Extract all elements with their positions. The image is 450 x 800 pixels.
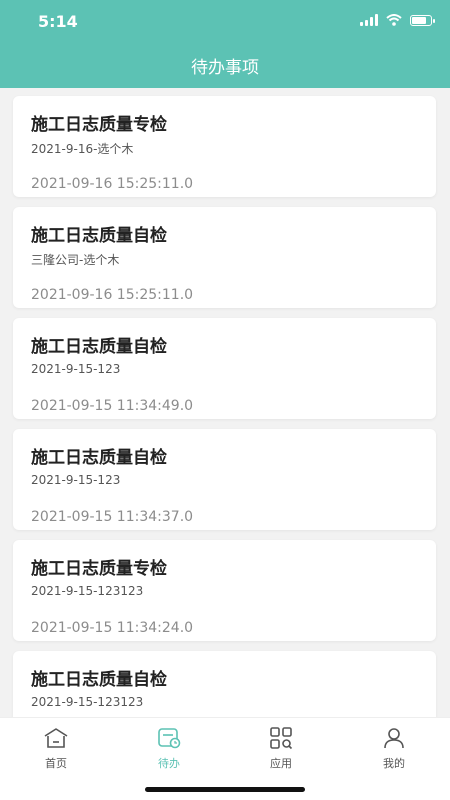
tab-todo[interactable]: 待办 [139,726,199,771]
home-icon [44,728,68,748]
item-time: 2021-09-16 15:25:11.0 [31,176,194,192]
item-time: 2021-09-15 11:34:37.0 [31,509,194,525]
list-item[interactable]: 施工日志质量自检 2021-9-15-123123 [13,651,436,718]
item-time: 2021-09-15 11:34:24.0 [31,620,194,636]
item-time: 2021-09-16 15:25:11.0 [31,287,194,303]
item-subtitle: 2021-9-16-选个木 [31,142,134,156]
item-subtitle: 2021-9-15-123 [31,362,121,376]
item-title: 施工日志质量自检 [31,337,167,357]
tab-label: 应用 [270,757,292,770]
todo-list[interactable]: 施工日志质量专检 2021-9-16-选个木 2021-09-16 15:25:… [0,88,450,718]
profile-icon [384,728,404,749]
battery-icon [410,14,435,26]
home-indicator [145,787,305,792]
list-item[interactable]: 施工日志质量自检 2021-9-15-123 2021-09-15 11:34:… [13,429,436,530]
list-item[interactable]: 施工日志质量专检 2021-9-16-选个木 2021-09-16 15:25:… [13,96,436,197]
tab-label: 待办 [158,757,180,770]
list-item[interactable]: 施工日志质量自检 三隆公司-选个木 2021-09-16 15:25:11.0 [13,207,436,308]
wifi-icon [386,14,402,26]
item-subtitle: 三隆公司-选个木 [31,253,120,267]
todo-icon [158,728,181,749]
tab-profile[interactable]: 我的 [364,726,424,771]
item-title: 施工日志质量自检 [31,448,167,468]
item-title: 施工日志质量专检 [31,115,167,135]
tab-apps[interactable]: 应用 [251,726,311,771]
apps-icon [270,727,293,750]
signal-icon [360,14,378,26]
item-title: 施工日志质量自检 [31,670,167,690]
status-time: 5:14 [38,12,78,31]
item-subtitle: 2021-9-15-123123 [31,584,144,598]
item-title: 施工日志质量自检 [31,226,167,246]
list-item[interactable]: 施工日志质量自检 2021-9-15-123 2021-09-15 11:34:… [13,318,436,419]
tab-label: 我的 [383,757,405,770]
list-item[interactable]: 施工日志质量专检 2021-9-15-123123 2021-09-15 11:… [13,540,436,641]
tab-home[interactable]: 首页 [26,726,86,771]
page-title: 待办事项 [191,58,259,78]
app-header: 5:14 待办事项 [0,0,450,88]
tab-label: 首页 [45,757,67,770]
item-title: 施工日志质量专检 [31,559,167,579]
item-subtitle: 2021-9-15-123 [31,473,121,487]
item-subtitle: 2021-9-15-123123 [31,695,144,709]
item-time: 2021-09-15 11:34:49.0 [31,398,194,414]
status-icons [360,14,435,26]
tab-bar: 首页 待办 应用 我的 [0,717,450,800]
